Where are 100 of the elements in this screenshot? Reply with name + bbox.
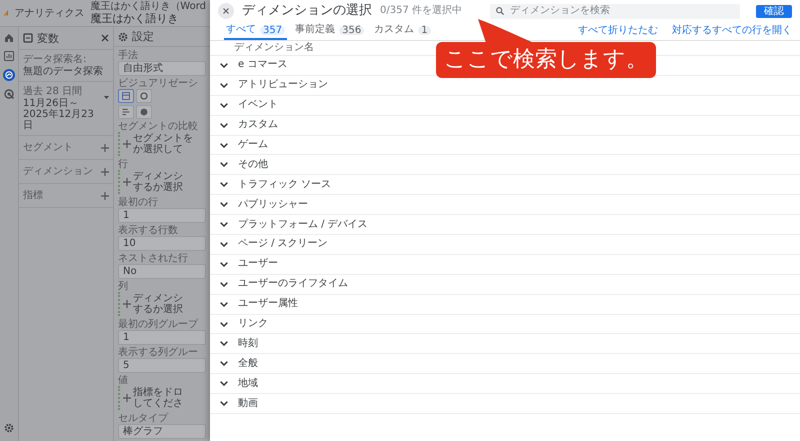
section-label: ディメンション <box>23 166 93 177</box>
chevron-down-icon[interactable] <box>220 82 228 88</box>
category-item[interactable]: ユーザー属性 <box>220 298 298 310</box>
tab[interactable]: カスタム 1 <box>372 22 433 40</box>
category-item[interactable]: アトリビューション <box>220 79 328 92</box>
field-label: データ探索名: <box>23 54 88 65</box>
product-name: アナリティクス <box>14 8 84 18</box>
category-item[interactable]: 全般 <box>220 358 258 370</box>
drop-target-text[interactable]: ディメンシ するか選択 <box>133 171 183 193</box>
category-item[interactable]: プラットフォーム / デバイス <box>220 218 368 231</box>
target-icon[interactable] <box>4 89 14 99</box>
setting-label: 最初の列グループ <box>118 319 200 330</box>
column-header: ディメンション名 <box>234 42 314 54</box>
section-label: セグメント <box>23 142 73 153</box>
close-icon[interactable] <box>223 8 229 14</box>
chevron-down-icon[interactable] <box>220 282 228 287</box>
bar-chart-icon[interactable] <box>118 105 134 119</box>
table-icon[interactable] <box>118 89 134 103</box>
select-field[interactable]: 10 <box>118 236 206 251</box>
plus-icon[interactable] <box>101 168 109 176</box>
select-field[interactable]: 棒グラフ <box>118 424 206 439</box>
chevron-down-icon[interactable] <box>220 381 228 386</box>
select-field[interactable]: 1 <box>118 330 206 345</box>
count-badge: 356 <box>339 26 364 34</box>
property-name[interactable]: 魔王はかく語りき <box>90 12 206 24</box>
count-badge: 357 <box>260 26 286 34</box>
plus-icon[interactable] <box>123 300 131 308</box>
chevron-down-icon[interactable] <box>220 302 228 307</box>
setting-label: 列 <box>118 281 129 292</box>
plus-icon[interactable] <box>123 140 131 148</box>
category-item[interactable]: 動画 <box>220 398 258 410</box>
chevron-down-icon[interactable] <box>220 62 228 68</box>
select-field[interactable]: 1 <box>118 208 206 223</box>
setting-label: 行 <box>118 159 129 170</box>
category-item[interactable]: ユーザー <box>220 258 278 270</box>
category-item[interactable]: e コマース <box>220 59 288 72</box>
plus-icon[interactable] <box>101 144 109 152</box>
category-item[interactable]: パブリッシャー <box>220 198 308 211</box>
selection-count: 0/357 件を選択中 <box>380 5 462 17</box>
category-item[interactable]: リンク <box>220 318 268 330</box>
chevron-down-icon[interactable] <box>220 182 228 188</box>
chevron-down-icon[interactable] <box>220 361 228 366</box>
home-icon[interactable] <box>4 33 14 43</box>
chevron-down-icon[interactable] <box>220 401 228 406</box>
chevron-down-icon[interactable] <box>220 242 228 247</box>
chevron-down-icon[interactable] <box>220 102 228 108</box>
category-item[interactable]: その他 <box>220 158 268 171</box>
bar-chart-icon[interactable] <box>4 51 14 61</box>
plus-icon[interactable] <box>101 192 109 200</box>
category-item[interactable]: ページ / スクリーン <box>220 238 328 250</box>
panel-title: 変数 <box>37 32 59 44</box>
select-field[interactable]: 5 <box>118 358 206 373</box>
chevron-down-icon[interactable] <box>220 322 228 327</box>
confirm-button[interactable]: 確認 <box>756 4 792 18</box>
setting-label: 手法 <box>118 50 139 61</box>
plus-icon[interactable] <box>123 178 131 186</box>
action-link[interactable]: 対応するすべての行を開く <box>672 25 792 37</box>
chevron-down-icon[interactable] <box>220 222 228 228</box>
explore-icon[interactable] <box>3 69 15 81</box>
chevron-down-icon[interactable] <box>220 162 228 168</box>
select-field[interactable]: 自由形式 <box>118 61 206 76</box>
setting-label: セグメントの比較 <box>118 121 199 132</box>
category-item[interactable]: ユーザーのライフタイム <box>220 278 348 290</box>
drop-target-text[interactable]: 指標をドロ してくださ <box>133 387 183 409</box>
search-field[interactable]: ディメンションを検索 <box>490 4 740 18</box>
category-item[interactable]: ゲーム <box>220 139 268 151</box>
close-icon[interactable] <box>101 34 109 42</box>
chevron-down-icon[interactable] <box>220 142 228 148</box>
tab[interactable]: すべて 357 <box>224 22 288 40</box>
panel-title: 設定 <box>132 31 154 42</box>
chevron-down-icon[interactable] <box>220 341 228 346</box>
category-item[interactable]: 時刻 <box>220 338 258 350</box>
category-item[interactable]: 地域 <box>220 378 258 390</box>
drop-target-text[interactable]: ディメンシ するか選択 <box>133 293 183 315</box>
setting-label: ネストされた行 <box>118 253 189 264</box>
donut-chart-icon[interactable] <box>136 89 152 103</box>
action-link[interactable]: すべて折りたたむ <box>578 25 658 37</box>
account-name: 魔王はかく語りき（Word <box>90 2 206 12</box>
plus-icon[interactable] <box>123 394 131 402</box>
count-badge: 1 <box>418 26 431 34</box>
drop-target-text[interactable]: セグメントを か選択して <box>133 133 193 155</box>
setting-label: セルタイプ <box>118 413 170 424</box>
chevron-down-icon[interactable] <box>220 262 228 267</box>
search-icon <box>496 7 504 15</box>
exploration-name[interactable]: 無題のデータ探索 <box>23 66 109 77</box>
tab[interactable]: 事前定義 356 <box>293 22 366 40</box>
category-item[interactable]: カスタム <box>220 119 278 132</box>
chevron-down-icon[interactable] <box>220 122 228 128</box>
select-field[interactable]: No <box>118 264 206 279</box>
date-range-label: 過去 28 日間 <box>23 86 84 97</box>
caret-icon[interactable] <box>104 96 109 99</box>
date-range[interactable]: 11月26日～2025年12月23日 <box>23 98 102 131</box>
category-item[interactable]: トラフィック ソース <box>220 178 332 191</box>
setting-label: 値 <box>118 375 129 386</box>
close-button[interactable] <box>218 3 234 19</box>
category-item[interactable]: イベント <box>220 99 278 112</box>
search-input[interactable]: ディメンションを検索 <box>510 5 734 17</box>
chevron-down-icon[interactable] <box>220 202 228 208</box>
settings-icon[interactable] <box>4 423 14 433</box>
setting-label: 表示する列グルー <box>118 347 199 358</box>
